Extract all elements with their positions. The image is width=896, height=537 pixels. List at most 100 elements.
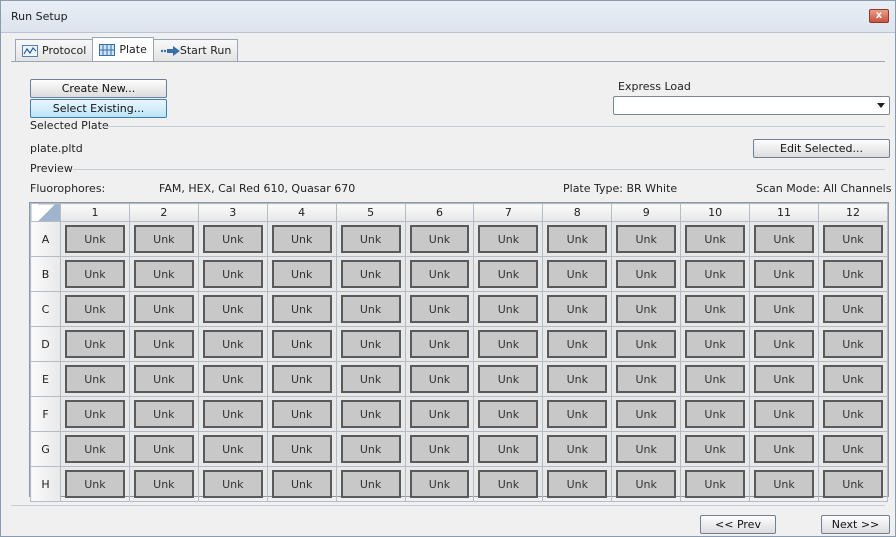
well-cell[interactable]: Unk [542,291,613,327]
well-cell[interactable]: Unk [128,361,199,397]
well-cell[interactable]: Unk [335,291,406,327]
well-cell[interactable]: Unk [335,256,406,292]
well-cell[interactable]: Unk [611,221,682,257]
well-cell[interactable]: Unk [680,291,751,327]
well-cell[interactable]: Unk [266,396,337,432]
well-cell[interactable]: Unk [60,221,130,257]
well-cell[interactable]: Unk [473,396,544,432]
well-cell[interactable]: Unk [335,221,406,257]
column-header[interactable]: 4 [266,203,337,222]
well-cell[interactable]: Unk [611,431,682,467]
well-cell[interactable]: Unk [404,396,475,432]
well-cell[interactable]: Unk [473,431,544,467]
well-cell[interactable]: Unk [335,326,406,362]
well-cell[interactable]: Unk [404,326,475,362]
well-cell[interactable]: Unk [197,361,268,397]
column-header[interactable]: 2 [128,203,199,222]
well-cell[interactable]: Unk [128,291,199,327]
well-cell[interactable]: Unk [404,291,475,327]
well-cell[interactable]: Unk [680,396,751,432]
well-cell[interactable]: Unk [611,361,682,397]
well-cell[interactable]: Unk [404,221,475,257]
column-header[interactable]: 8 [542,203,613,222]
well-cell[interactable]: Unk [404,431,475,467]
well-cell[interactable]: Unk [611,326,682,362]
well-cell[interactable]: Unk [473,291,544,327]
well-cell[interactable]: Unk [197,431,268,467]
well-cell[interactable]: Unk [542,326,613,362]
well-cell[interactable]: Unk [473,466,544,502]
column-header[interactable]: 10 [680,203,751,222]
well-cell[interactable]: Unk [680,431,751,467]
select-all-corner[interactable] [30,203,61,222]
well-cell[interactable]: Unk [749,361,819,397]
well-cell[interactable]: Unk [60,361,130,397]
well-cell[interactable]: Unk [404,256,475,292]
well-cell[interactable]: Unk [611,291,682,327]
well-cell[interactable]: Unk [749,326,819,362]
well-cell[interactable]: Unk [266,221,337,257]
well-cell[interactable]: Unk [680,466,751,502]
well-cell[interactable]: Unk [266,256,337,292]
well-cell[interactable]: Unk [128,466,199,502]
well-cell[interactable]: Unk [404,466,475,502]
row-header[interactable]: H [30,466,61,502]
well-cell[interactable]: Unk [473,221,544,257]
well-cell[interactable]: Unk [197,326,268,362]
well-cell[interactable]: Unk [266,326,337,362]
well-cell[interactable]: Unk [611,396,682,432]
row-header[interactable]: B [30,256,61,292]
well-cell[interactable]: Unk [542,221,613,257]
row-header[interactable]: A [30,221,61,257]
well-cell[interactable]: Unk [817,396,889,432]
well-cell[interactable]: Unk [335,466,406,502]
well-cell[interactable]: Unk [611,466,682,502]
well-cell[interactable]: Unk [197,221,268,257]
well-cell[interactable]: Unk [335,396,406,432]
well-cell[interactable]: Unk [335,431,406,467]
tab-plate[interactable]: Plate [92,37,154,61]
well-cell[interactable]: Unk [817,291,889,327]
well-cell[interactable]: Unk [197,291,268,327]
well-cell[interactable]: Unk [749,466,819,502]
well-cell[interactable]: Unk [266,291,337,327]
well-cell[interactable]: Unk [473,326,544,362]
well-cell[interactable]: Unk [128,256,199,292]
well-cell[interactable]: Unk [128,326,199,362]
well-cell[interactable]: Unk [817,256,889,292]
well-cell[interactable]: Unk [197,466,268,502]
well-cell[interactable]: Unk [817,466,889,502]
well-cell[interactable]: Unk [128,431,199,467]
express-load-dropdown[interactable] [613,96,890,115]
row-header[interactable]: D [30,326,61,362]
edit-selected-button[interactable]: Edit Selected... [753,139,890,158]
well-cell[interactable]: Unk [197,396,268,432]
well-cell[interactable]: Unk [817,326,889,362]
row-header[interactable]: F [30,396,61,432]
row-header[interactable]: E [30,361,61,397]
well-cell[interactable]: Unk [128,221,199,257]
well-cell[interactable]: Unk [749,291,819,327]
well-cell[interactable]: Unk [542,361,613,397]
well-cell[interactable]: Unk [197,256,268,292]
well-cell[interactable]: Unk [817,221,889,257]
prev-button[interactable]: << Prev [700,515,776,534]
well-cell[interactable]: Unk [473,361,544,397]
well-cell[interactable]: Unk [60,431,130,467]
well-cell[interactable]: Unk [404,361,475,397]
well-cell[interactable]: Unk [266,361,337,397]
well-cell[interactable]: Unk [542,256,613,292]
column-header[interactable]: 6 [404,203,475,222]
well-cell[interactable]: Unk [542,431,613,467]
well-cell[interactable]: Unk [335,361,406,397]
tab-protocol[interactable]: Protocol [15,39,94,61]
well-cell[interactable]: Unk [680,326,751,362]
well-cell[interactable]: Unk [473,256,544,292]
column-header[interactable]: 1 [60,203,130,222]
well-cell[interactable]: Unk [542,396,613,432]
well-cell[interactable]: Unk [611,256,682,292]
well-cell[interactable]: Unk [680,361,751,397]
well-cell[interactable]: Unk [749,396,819,432]
row-header[interactable]: C [30,291,61,327]
column-header[interactable]: 3 [197,203,268,222]
